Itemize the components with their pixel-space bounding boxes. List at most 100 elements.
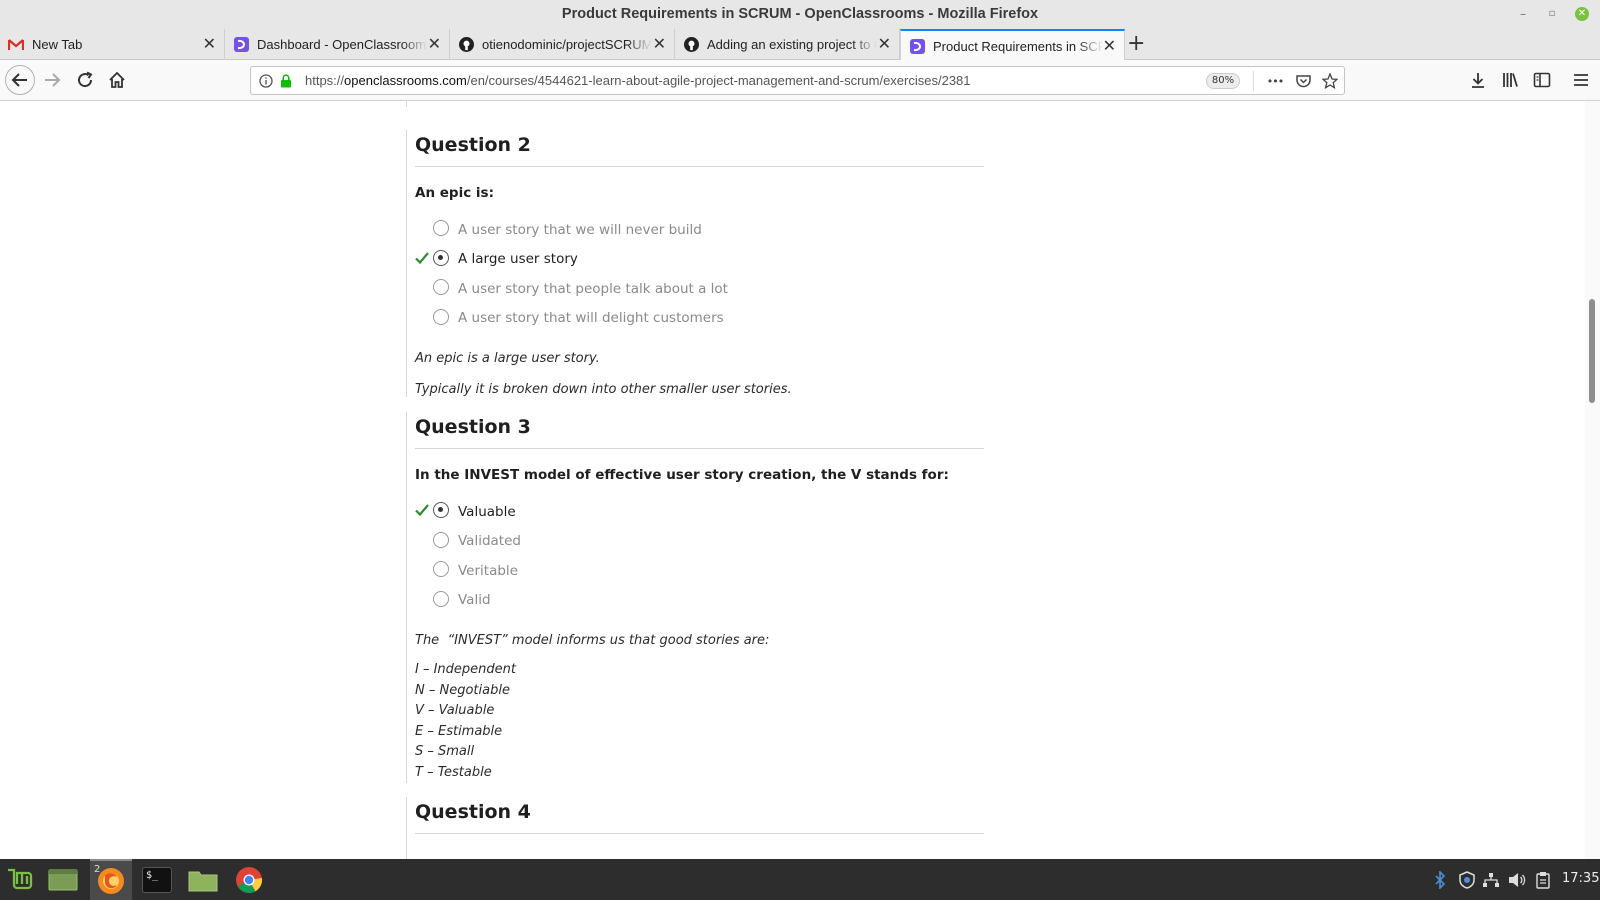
- radio-button[interactable]: [433, 590, 449, 607]
- maximize-button[interactable]: ▫: [1545, 7, 1559, 21]
- answer-option[interactable]: Validated: [415, 527, 984, 557]
- answer-options: Valuable Validated Veritable Valid: [415, 497, 984, 615]
- tab-dashboard[interactable]: Dashboard - OpenClassrooms ✕: [225, 29, 450, 60]
- terminal-icon: $_: [142, 866, 172, 893]
- answer-options: A user story that we will never build A …: [415, 215, 984, 333]
- answer-option[interactable]: Valid: [415, 586, 984, 616]
- download-icon: [1472, 73, 1484, 88]
- answer-option[interactable]: Veritable: [415, 556, 984, 586]
- url-bar[interactable]: https://openclassrooms.com/en/courses/45…: [250, 66, 1345, 95]
- window-titlebar: Product Requirements in SCRUM - OpenClas…: [0, 0, 1600, 29]
- option-label: Valuable: [458, 503, 516, 520]
- explanation-text: Typically it is broken down into other s…: [415, 382, 792, 397]
- clock[interactable]: 17:35: [1562, 871, 1599, 886]
- home-button[interactable]: [105, 68, 129, 92]
- tab-product-requirements[interactable]: Product Requirements in SCRUM ✕: [900, 29, 1125, 61]
- new-tab-button[interactable]: +: [1127, 32, 1145, 56]
- clipboard-icon[interactable]: [1535, 871, 1551, 889]
- minimize-button[interactable]: –: [1516, 7, 1530, 21]
- os-taskbar: 2 $_ 17:35: [0, 859, 1600, 900]
- network-icon[interactable]: [1482, 871, 1500, 889]
- radio-button[interactable]: [433, 220, 449, 237]
- radio-button[interactable]: [433, 502, 449, 519]
- radio-button[interactable]: [433, 531, 449, 548]
- mint-menu-button[interactable]: [0, 859, 42, 900]
- tab-label: Adding an existing project to GitHub: [707, 37, 877, 52]
- question-title: Question 4: [415, 801, 984, 834]
- forward-arrow-icon: [45, 73, 61, 87]
- show-desktop-button[interactable]: [42, 859, 84, 900]
- tab-github-project[interactable]: otienodominic/projectSCRUM ✕: [450, 29, 675, 60]
- answer-option[interactable]: A user story that people talk about a lo…: [415, 274, 984, 304]
- answer-explanation: The “INVEST” model informs us that good …: [415, 633, 984, 783]
- hamburger-menu-icon: [1574, 74, 1588, 86]
- invest-item: S – Small: [415, 744, 475, 759]
- chrome-icon: [236, 866, 263, 893]
- invest-item: V – Valuable: [415, 703, 495, 718]
- option-label: A large user story: [458, 251, 578, 268]
- taskbar-firefox[interactable]: 2: [90, 859, 132, 900]
- page-actions-icon[interactable]: •••: [1266, 72, 1284, 90]
- checkmark-icon: [415, 504, 429, 517]
- url-separator: [1253, 71, 1254, 91]
- taskbar-files[interactable]: [182, 859, 224, 900]
- answer-option[interactable]: A user story that will delight customers: [415, 304, 984, 334]
- openclassrooms-icon: [233, 37, 249, 53]
- explanation-text: The “INVEST” model informs us that good …: [415, 633, 770, 648]
- lock-icon[interactable]: [277, 72, 295, 90]
- tab-github-adding[interactable]: Adding an existing project to GitHub ✕: [675, 29, 900, 60]
- github-icon: [458, 37, 474, 53]
- radio-button[interactable]: [433, 279, 449, 296]
- invest-item: T – Testable: [415, 764, 492, 780]
- answer-option-selected[interactable]: A large user story: [415, 245, 984, 275]
- downloads-button[interactable]: [1466, 68, 1490, 92]
- close-window-button[interactable]: ✕: [1575, 7, 1589, 21]
- tab-close-icon[interactable]: ✕: [1103, 38, 1116, 54]
- tab-close-icon[interactable]: ✕: [878, 36, 891, 52]
- shield-icon[interactable]: [1458, 871, 1476, 889]
- library-button[interactable]: [1498, 68, 1522, 92]
- scrollbar-thumb[interactable]: [1589, 299, 1595, 403]
- question-3-block: Question 3 In the INVEST model of effect…: [406, 412, 984, 783]
- window-count-badge: 2: [94, 864, 101, 875]
- question-title: Question 3: [415, 416, 984, 449]
- sidebar-button[interactable]: [1530, 68, 1554, 92]
- desktop-icon: [48, 869, 78, 890]
- tab-new-tab[interactable]: New Tab ✕: [0, 29, 225, 60]
- question-4-block: Question 4: [406, 797, 984, 859]
- radio-button[interactable]: [433, 308, 449, 325]
- forward-button[interactable]: [40, 68, 64, 92]
- firefox-icon: [98, 867, 124, 894]
- sidebar-icon: [1533, 72, 1551, 88]
- page-scrollbar[interactable]: [1585, 101, 1600, 859]
- taskbar-terminal[interactable]: $_: [136, 859, 178, 900]
- tab-close-icon[interactable]: ✕: [428, 36, 441, 52]
- url-text[interactable]: https://openclassrooms.com/en/courses/45…: [305, 73, 971, 88]
- back-button[interactable]: [5, 65, 35, 95]
- tab-label: Dashboard - OpenClassrooms: [257, 37, 427, 52]
- tab-close-icon[interactable]: ✕: [653, 36, 666, 52]
- pocket-icon[interactable]: [1294, 72, 1312, 90]
- volume-icon[interactable]: [1508, 871, 1526, 889]
- tab-close-icon[interactable]: ✕: [203, 36, 216, 52]
- answer-option[interactable]: A user story that we will never build: [415, 215, 984, 245]
- info-icon[interactable]: [257, 72, 275, 90]
- github-icon: [683, 37, 699, 53]
- reload-button[interactable]: [73, 68, 97, 92]
- option-label: A user story that will delight customers: [458, 310, 724, 327]
- answer-explanation: An epic is a large user story. Typically…: [415, 351, 984, 397]
- question-2-block: Question 2 An epic is: A user story that…: [406, 130, 984, 397]
- checkmark-icon: [415, 251, 429, 264]
- radio-button[interactable]: [433, 561, 449, 578]
- radio-button[interactable]: [433, 249, 449, 266]
- bookmark-star-icon[interactable]: [1321, 72, 1339, 90]
- linux-mint-icon: [8, 868, 33, 889]
- explanation-text: An epic is a large user story.: [415, 351, 600, 366]
- menu-button[interactable]: [1569, 68, 1593, 92]
- bluetooth-icon[interactable]: [1432, 871, 1448, 889]
- answer-option-selected[interactable]: Valuable: [415, 497, 984, 527]
- tab-label: otienodominic/projectSCRUM: [482, 37, 652, 52]
- taskbar-chrome[interactable]: [228, 859, 270, 900]
- zoom-indicator[interactable]: 80%: [1206, 73, 1240, 89]
- invest-item: I – Independent: [415, 662, 516, 677]
